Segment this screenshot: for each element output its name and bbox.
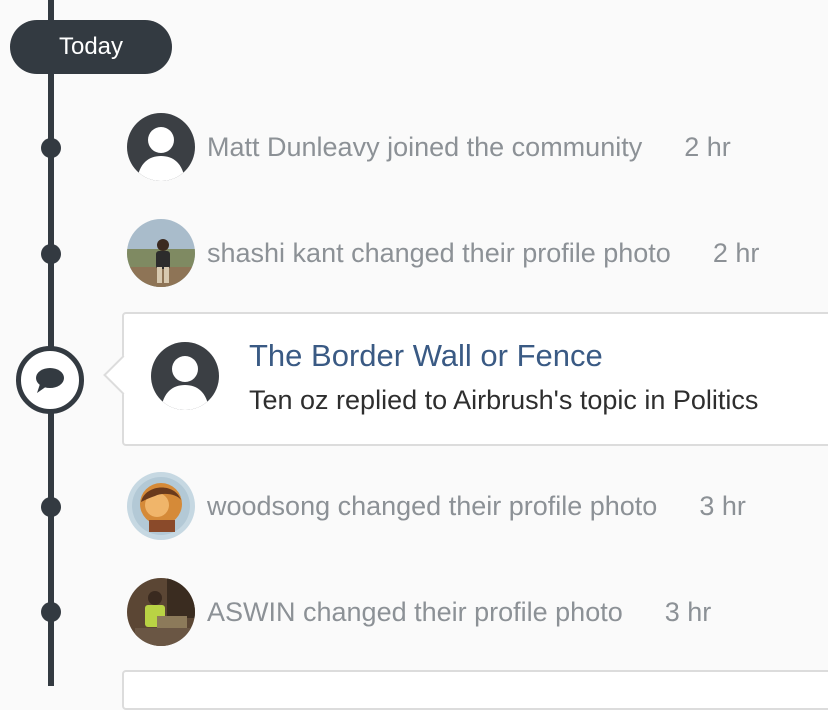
post-card[interactable] bbox=[122, 670, 828, 710]
timeline-post-node bbox=[16, 346, 84, 414]
user-photo-avatar[interactable] bbox=[127, 472, 195, 540]
user-photo-avatar[interactable] bbox=[127, 578, 195, 646]
activity-item: Matt Dunleavy joined the community 2 hr bbox=[127, 113, 731, 181]
activity-text[interactable]: ASWIN changed their profile photo bbox=[207, 597, 623, 628]
timeline-dot bbox=[41, 138, 61, 158]
activity-time: 3 hr bbox=[699, 490, 746, 521]
post-card[interactable]: The Border Wall or Fence Ten oz replied … bbox=[103, 312, 828, 446]
activity-item: shashi kant changed their profile photo … bbox=[127, 219, 759, 287]
chat-bubble-icon bbox=[36, 368, 64, 393]
activity-text[interactable]: shashi kant changed their profile photo bbox=[207, 238, 671, 269]
default-user-avatar-icon[interactable] bbox=[151, 342, 219, 410]
default-user-avatar-icon[interactable] bbox=[127, 113, 195, 181]
activity-time: 3 hr bbox=[664, 596, 712, 627]
timeline-dot bbox=[41, 497, 61, 517]
timeline-line bbox=[48, 0, 54, 686]
post-title-link[interactable]: The Border Wall or Fence bbox=[249, 338, 603, 374]
activity-item: woodsong changed their profile photo 3 h… bbox=[127, 472, 746, 540]
activity-time: 2 hr bbox=[712, 237, 760, 268]
timeline-dot bbox=[41, 244, 61, 264]
activity-item: ASWIN changed their profile photo 3 hr bbox=[127, 578, 711, 646]
activity-time: 2 hr bbox=[684, 131, 731, 162]
activity-text[interactable]: Matt Dunleavy joined the community bbox=[207, 132, 642, 163]
user-photo-avatar[interactable] bbox=[127, 219, 195, 287]
activity-text[interactable]: woodsong changed their profile photo bbox=[207, 491, 657, 522]
date-section-label: Today bbox=[58, 33, 124, 60]
card-pointer bbox=[103, 355, 143, 395]
post-summary: Ten oz replied to Airbrush's topic in Po… bbox=[249, 385, 759, 415]
timeline-dot bbox=[41, 602, 61, 622]
date-section-badge: Today bbox=[10, 20, 172, 74]
